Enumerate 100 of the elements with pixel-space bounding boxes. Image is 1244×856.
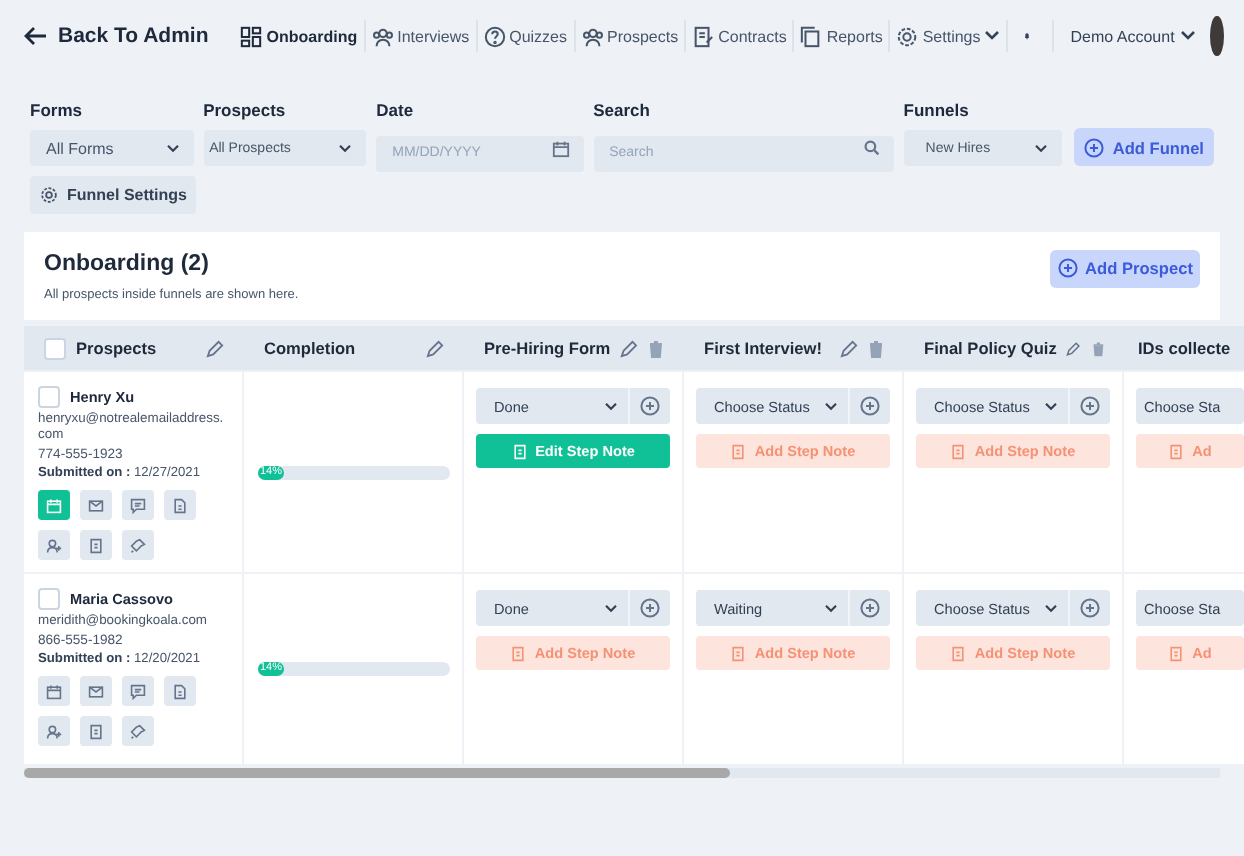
note-icon	[950, 645, 967, 661]
note-icon	[1168, 443, 1185, 459]
caret-icon	[1044, 401, 1058, 411]
nav-tab[interactable]: Contracts	[686, 20, 795, 52]
gear-icon	[896, 25, 919, 47]
nav-tab[interactable]: Onboarding	[234, 20, 366, 52]
nav-tab[interactable]: Settings	[890, 20, 1009, 52]
plus-circle-icon[interactable]	[860, 598, 880, 618]
question-icon	[483, 25, 506, 47]
people-icon	[371, 25, 394, 47]
nav-tab[interactable]: Prospects	[575, 20, 687, 52]
plus-circle-icon[interactable]	[640, 396, 660, 416]
scrollbar[interactable]	[24, 768, 1220, 778]
funnel-settings-button[interactable]: Funnel Settings	[30, 176, 196, 214]
chat-icon	[130, 683, 146, 700]
people-icon	[581, 25, 604, 47]
nav-tab[interactable]: Interviews	[365, 20, 478, 52]
pencil-icon[interactable]	[206, 339, 224, 357]
pencil-icon[interactable]	[1066, 339, 1082, 357]
pencil-icon[interactable]	[620, 339, 639, 357]
checkbox[interactable]	[44, 337, 66, 359]
plus-circle-icon[interactable]	[640, 598, 660, 618]
column-title: Prospects	[76, 338, 159, 358]
calendar-icon	[46, 683, 62, 700]
caret-icon	[984, 30, 1001, 42]
back-link[interactable]: Back To Admin	[24, 24, 209, 48]
nav-tab[interactable]: Quizzes	[477, 20, 576, 52]
document-icon	[692, 25, 715, 47]
pin-icon	[130, 723, 146, 740]
forms-dropdown[interactable]: All Forms	[30, 130, 194, 166]
avatar[interactable]	[1210, 16, 1224, 56]
grid-icon	[240, 25, 263, 47]
person-icon	[46, 723, 62, 740]
person-button[interactable]	[38, 530, 70, 561]
note-button[interactable]	[80, 716, 112, 747]
chat-button[interactable]	[122, 676, 154, 707]
person-icon	[46, 537, 62, 554]
note-icon	[88, 723, 104, 740]
note-button[interactable]	[80, 530, 112, 561]
column-title: Final Policy Quiz	[924, 338, 1057, 358]
note-icon	[950, 443, 967, 459]
column-title: IDs collecte	[1138, 338, 1233, 358]
mail-icon	[88, 683, 104, 700]
filter-label: Search	[593, 100, 652, 122]
note-icon	[510, 645, 527, 661]
checkbox[interactable]	[38, 588, 60, 610]
plus-circle-icon	[1084, 137, 1105, 157]
calendar-icon	[46, 497, 62, 514]
calendar-button[interactable]	[38, 490, 70, 521]
mail-button[interactable]	[80, 490, 112, 521]
gear-icon	[39, 186, 57, 204]
add-funnel-button[interactable]: Add Funnel	[1074, 128, 1214, 166]
filter-label: Forms	[30, 100, 84, 122]
pin-icon	[130, 537, 146, 554]
pencil-icon[interactable]	[840, 339, 858, 357]
note-icon	[1168, 645, 1185, 661]
note-icon	[511, 443, 528, 459]
pin-button[interactable]	[122, 530, 154, 561]
trash-icon[interactable]	[1091, 339, 1104, 357]
caret-icon	[824, 401, 838, 411]
document-button[interactable]	[164, 676, 196, 707]
column-title: Completion	[264, 338, 358, 358]
note-icon	[730, 443, 747, 459]
caret-icon	[1044, 603, 1058, 613]
mail-button[interactable]	[80, 676, 112, 707]
mail-icon	[88, 497, 104, 514]
plus-circle-icon[interactable]	[860, 396, 880, 416]
chat-button[interactable]	[122, 490, 154, 521]
checkbox[interactable]	[38, 386, 60, 408]
caret-icon	[824, 603, 838, 613]
caret-icon	[1034, 143, 1049, 153]
search-icon	[863, 140, 880, 156]
column-title: Pre-Hiring Form	[484, 338, 611, 358]
trash-icon[interactable]	[868, 339, 884, 357]
caret-icon	[604, 603, 618, 613]
person-button[interactable]	[38, 716, 70, 747]
caret-icon	[1180, 30, 1197, 42]
note-icon	[730, 645, 747, 661]
calendar-icon	[551, 140, 570, 158]
pencil-icon[interactable]	[426, 339, 444, 357]
nav-tab[interactable]: Reports	[794, 20, 891, 52]
plus-circle-icon[interactable]	[1080, 396, 1100, 416]
caret-icon	[604, 401, 618, 411]
plus-circle-icon[interactable]	[1080, 598, 1100, 618]
column-title: First Interview!	[704, 338, 825, 358]
caret-icon	[338, 143, 353, 153]
calendar-button[interactable]	[38, 676, 70, 707]
trash-icon[interactable]	[648, 339, 664, 357]
plus-circle-icon	[1057, 258, 1078, 278]
document-icon	[172, 497, 188, 514]
arrow-left-icon	[24, 26, 48, 46]
account-menu[interactable]: Demo Account	[1052, 20, 1197, 52]
chat-icon	[130, 497, 146, 514]
filter-label: Funnels	[903, 100, 971, 122]
note-icon	[88, 537, 104, 554]
pin-button[interactable]	[122, 716, 154, 747]
funnel-title: Onboarding (2)	[44, 251, 211, 275]
filter-label: Prospects	[203, 100, 288, 122]
add-prospect-button[interactable]: Add Prospect	[1050, 249, 1200, 287]
document-button[interactable]	[164, 490, 196, 521]
